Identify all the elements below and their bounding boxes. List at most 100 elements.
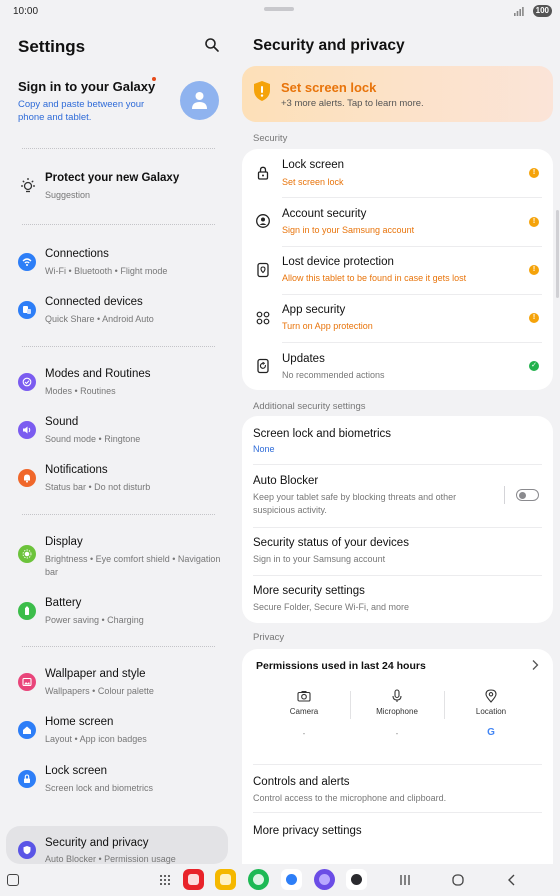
app-1-icon[interactable] [183, 869, 204, 890]
messages-icon[interactable] [281, 869, 302, 890]
sidebar-item-lock-screen[interactable]: Lock screen Screen lock and biometrics [6, 757, 228, 801]
item-subtitle: None [253, 444, 275, 454]
alert-title: Set screen lock [281, 80, 377, 95]
suggestion-protect-galaxy[interactable]: Protect your new Galaxy Suggestion [6, 164, 228, 208]
internet-icon[interactable] [314, 869, 335, 890]
sidebar-item-sound[interactable]: Sound Sound mode • Ringtone [6, 408, 228, 452]
phone-icon[interactable] [248, 869, 269, 890]
security-item-title: App security [282, 304, 346, 316]
item-title: More privacy settings [253, 825, 362, 837]
camera-app-icon[interactable] [346, 869, 367, 890]
set-screen-lock-alert[interactable]: Set screen lock +3 more alerts. Tap to l… [242, 66, 553, 122]
settings-list-panel: Settings Sign in to your Galaxy Copy and… [0, 24, 236, 864]
taskbar [0, 864, 560, 896]
sign-in-subtitle: Copy and paste between your phone and ta… [18, 99, 145, 123]
sidebar-item-label: Wallpaper and style [45, 668, 146, 680]
sidebar-item-subtitle: Screen lock and biometrics [45, 783, 154, 793]
sidebar-item-modes-routines[interactable]: Modes and Routines Modes • Routines [6, 360, 228, 404]
divider [22, 148, 215, 149]
app-glyph [286, 874, 297, 885]
item-title: Auto Blocker [253, 475, 319, 487]
item-title: More security settings [253, 585, 365, 597]
bell-icon [18, 469, 36, 487]
permission-value: - [302, 729, 306, 738]
battery-indicator: 100 [532, 5, 552, 17]
permission-location[interactable]: Location G [439, 689, 543, 759]
sidebar-item-wallpaper[interactable]: Wallpaper and style Wallpapers • Colour … [6, 660, 228, 704]
sidebar-item-label: Sound [45, 416, 79, 428]
controls-alerts-item[interactable]: Controls and alerts Control access to th… [242, 764, 553, 812]
speaker-icon [18, 421, 36, 439]
sidebar-item-label: Lock screen [45, 765, 108, 777]
more-privacy-settings-item[interactable]: More privacy settings [242, 812, 553, 864]
app-2-icon[interactable] [215, 869, 236, 890]
auto-blocker-toggle[interactable] [516, 489, 539, 501]
sidebar-item-connections[interactable]: Connections Wi-Fi • Bluetooth • Flight m… [6, 240, 228, 284]
divider [282, 197, 542, 198]
sidebar-item-connected-devices[interactable]: Connected devices Quick Share • Android … [6, 288, 228, 332]
brightness-icon [18, 545, 36, 563]
sidebar-item-subtitle: Power saving • Charging [45, 615, 144, 625]
device-security-status-item[interactable]: Security status of your devices Sign in … [242, 527, 553, 575]
item-subtitle: Sign in to your Samsung account [253, 554, 386, 564]
section-label-security: Security [253, 133, 288, 144]
sidebar-item-battery[interactable]: Battery Power saving • Charging [6, 589, 228, 633]
sidebar-item-label: Display [45, 536, 83, 548]
sidebar-item-subtitle: Auto Blocker • Permission usage [45, 854, 176, 864]
section-label-additional: Additional security settings [253, 401, 366, 412]
sidebar-item-label: Connections [45, 248, 109, 260]
auto-blocker-item[interactable]: Auto Blocker Keep your tablet safe by bl… [242, 464, 553, 527]
security-item-updates[interactable]: Updates No recommended actions ✓ [242, 342, 553, 390]
permission-camera[interactable]: Camera - [252, 689, 356, 759]
apps-icon [256, 311, 270, 325]
permission-label: Microphone [376, 707, 418, 716]
app-glyph [188, 874, 199, 885]
signal-icon [514, 7, 524, 16]
sidebar-item-notifications[interactable]: Notifications Status bar • Do not distur… [6, 456, 228, 500]
back-icon[interactable] [505, 873, 519, 887]
permission-label: Camera [289, 707, 319, 716]
screen-lock-biometrics-item[interactable]: Screen lock and biometrics None [242, 416, 553, 464]
security-item-subtitle: Allow this tablet to be found in case it… [282, 273, 467, 283]
sidebar-item-label: Security and privacy [45, 837, 149, 849]
sign-in-title: Sign in to your Galaxy [18, 79, 156, 94]
security-privacy-panel: Security and privacy Set screen lock +3 … [242, 24, 554, 864]
checkmark-icon: ✓ [529, 361, 539, 371]
divider [253, 812, 542, 813]
sidebar-item-subtitle: Brightness • Eye comfort shield • Naviga… [45, 554, 221, 577]
sidebar-item-security-privacy[interactable]: Security and privacy Auto Blocker • Perm… [6, 826, 228, 864]
security-item-account[interactable]: Account security Sign in to your Samsung… [242, 197, 553, 246]
permission-microphone[interactable]: Microphone - [345, 689, 449, 759]
security-item-lost-device[interactable]: Lost device protection Allow this tablet… [242, 246, 553, 294]
home-button-icon[interactable] [451, 873, 465, 887]
sidebar-item-home-screen[interactable]: Home screen Layout • App icon badges [6, 708, 228, 752]
security-item-subtitle: Set screen lock [282, 177, 344, 187]
search-icon[interactable] [204, 37, 220, 53]
privacy-card: Permissions used in last 24 hours Camera… [242, 649, 553, 864]
lightbulb-icon [21, 178, 35, 193]
security-item-title: Account security [282, 208, 367, 220]
app-glyph [253, 874, 264, 885]
permissions-usage[interactable]: Permissions used in last 24 hours Camera… [242, 649, 553, 761]
security-item-app[interactable]: App security Turn on App protection ! [242, 294, 553, 342]
wallpaper-icon [18, 673, 36, 691]
sidebar-item-subtitle: Wi-Fi • Bluetooth • Flight mode [45, 266, 168, 276]
divider [282, 246, 542, 247]
screenshot-icon[interactable] [7, 874, 19, 886]
scrollbar[interactable] [556, 210, 559, 298]
more-security-settings-item[interactable]: More security settings Secure Folder, Se… [242, 575, 553, 623]
sidebar-item-display[interactable]: Display Brightness • Eye comfort shield … [6, 528, 228, 580]
app-glyph [351, 874, 362, 885]
account-icon [256, 214, 270, 228]
security-item-title: Updates [282, 353, 325, 365]
recents-icon[interactable] [398, 873, 412, 887]
drag-handle[interactable] [264, 7, 294, 11]
section-label-privacy: Privacy [253, 632, 285, 643]
item-title: Screen lock and biometrics [253, 428, 392, 440]
warning-icon: ! [529, 168, 539, 178]
chevron-right-icon[interactable] [530, 659, 540, 671]
app-drawer-icon[interactable] [159, 874, 171, 886]
sign-in-galaxy[interactable]: Sign in to your Galaxy Copy and paste be… [0, 74, 236, 134]
security-item-lock-screen[interactable]: Lock screen Set screen lock ! [242, 149, 553, 197]
divider [282, 294, 542, 295]
